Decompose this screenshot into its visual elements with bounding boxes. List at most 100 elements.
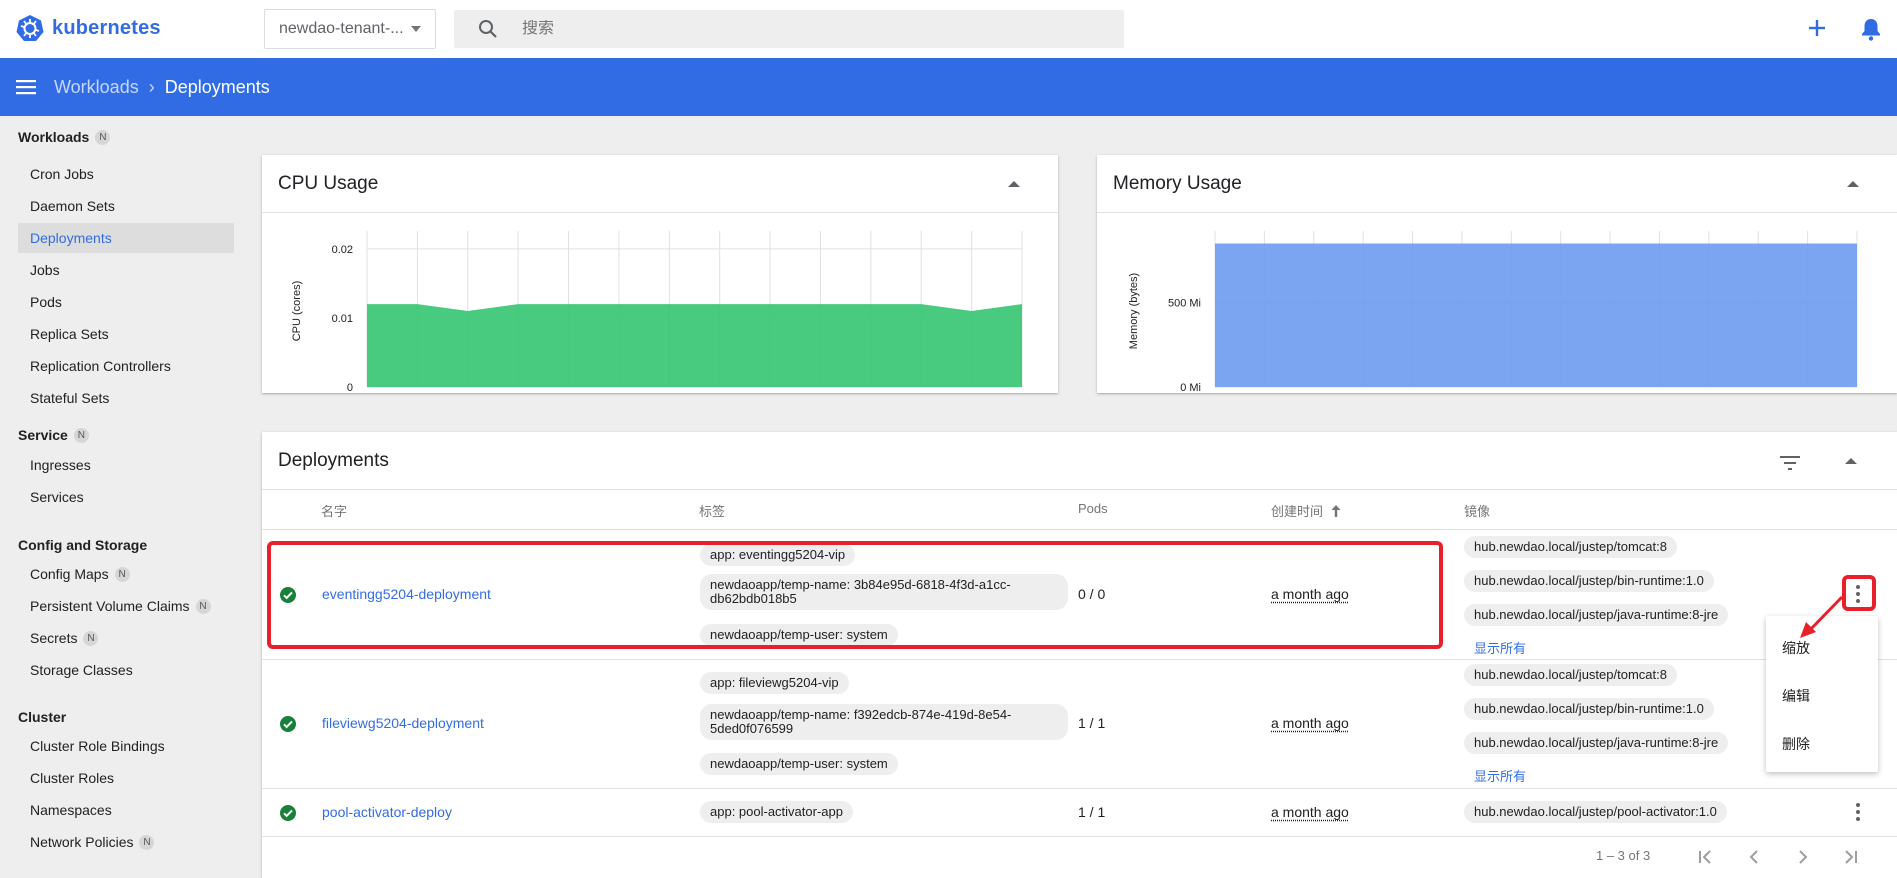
pagination-range: 1 – 3 of 3 — [1596, 848, 1651, 863]
sidebar-item-cluster-role-bindings[interactable]: Cluster Role Bindings — [18, 731, 234, 761]
sidebar-item-services[interactable]: Services — [18, 482, 234, 512]
divider — [262, 659, 1897, 660]
sidebar-item-daemon-sets[interactable]: Daemon Sets — [18, 191, 234, 221]
sidebar-item-deployments[interactable]: Deployments — [18, 223, 234, 253]
divider — [262, 836, 1897, 837]
label-chip: newdaoapp/temp-user: system — [700, 753, 898, 775]
more-vert-icon[interactable] — [1856, 803, 1860, 821]
image-chip: hub.newdao.local/justep/tomcat:8 — [1464, 536, 1677, 558]
image-chip: hub.newdao.local/justep/tomcat:8 — [1464, 664, 1677, 686]
sidebar-item-jobs[interactable]: Jobs — [18, 255, 234, 285]
collapse-icon[interactable] — [1008, 181, 1020, 187]
divider — [262, 529, 1897, 530]
column-header-name[interactable]: 名字 — [321, 501, 347, 520]
top-app-bar: kubernetes newdao-tenant-... — [0, 0, 1897, 58]
sidebar-item-network-policies[interactable]: Network Policies N — [18, 827, 234, 857]
divider — [262, 489, 1897, 490]
image-chip: hub.newdao.local/justep/bin-runtime:1.0 — [1464, 570, 1714, 592]
filter-icon[interactable] — [1780, 456, 1800, 470]
sidebar-item-cron-jobs[interactable]: Cron Jobs — [18, 159, 234, 189]
sidebar-item-label: Services — [30, 489, 84, 505]
sidebar-item-label: Cron Jobs — [30, 166, 94, 182]
search-bar[interactable] — [454, 10, 1124, 48]
next-page-icon[interactable] — [1797, 850, 1809, 864]
y-tick-label: 0.02 — [332, 244, 353, 256]
chevron-down-icon — [411, 26, 421, 32]
namespace-value: newdao-tenant-... — [279, 20, 404, 37]
sidebar-item-label: Namespaces — [30, 802, 112, 818]
column-header-pods: Pods — [1078, 501, 1108, 516]
red-arrow-icon — [1800, 595, 1844, 638]
sidebar-section-config-storage[interactable]: Config and Storage — [18, 537, 147, 553]
sidebar-item-pvc[interactable]: Persistent Volume Claims N — [18, 591, 234, 621]
sidebar-item-replication-controllers[interactable]: Replication Controllers — [18, 351, 234, 381]
sidebar-item-label: Jobs — [30, 262, 60, 278]
show-all-link[interactable]: 显示所有 — [1474, 638, 1526, 657]
collapse-icon[interactable] — [1845, 458, 1857, 464]
sidebar-item-ingresses[interactable]: Ingresses — [18, 450, 234, 480]
sidebar-item-label: Stateful Sets — [30, 390, 110, 406]
sidebar-item-label: Config Maps — [30, 566, 109, 582]
sidebar-item-stateful-sets[interactable]: Stateful Sets — [18, 383, 234, 413]
last-page-icon[interactable] — [1842, 850, 1858, 864]
sidebar-item-label: Persistent Volume Claims — [30, 598, 190, 614]
breadcrumb-current: Deployments — [164, 77, 270, 97]
sidebar-item-config-maps[interactable]: Config Maps N — [18, 559, 234, 589]
area-series — [1215, 243, 1857, 387]
sidebar-item-namespaces[interactable]: Namespaces — [18, 795, 234, 825]
column-header-labels: 标签 — [699, 504, 726, 519]
namespaced-badge: N — [114, 566, 130, 582]
first-page-icon[interactable] — [1698, 850, 1714, 864]
column-header-images: 镜像 — [1464, 504, 1491, 519]
y-tick-label: 0 Mi — [1180, 382, 1201, 393]
section-title: Workloads — [18, 129, 90, 145]
breadcrumb-workloads[interactable]: Workloads — [54, 77, 139, 98]
sidebar-item-storage-classes[interactable]: Storage Classes — [18, 655, 234, 685]
search-input[interactable] — [522, 20, 1082, 38]
namespaced-badge: N — [139, 834, 155, 850]
created-age: a month ago — [1271, 715, 1349, 731]
deployment-name-link[interactable]: pool-activator-deploy — [322, 804, 452, 820]
sidebar-item-label: Cluster Role Bindings — [30, 738, 165, 754]
hamburger-menu-icon[interactable] — [16, 79, 36, 95]
search-icon — [479, 20, 497, 38]
sidebar-item-label: Pods — [30, 294, 62, 310]
namespaced-badge: N — [73, 427, 89, 443]
nav-bar: Workloads › Deployments — [0, 58, 1897, 116]
sidebar-section-workloads[interactable]: Workloads N — [18, 129, 111, 145]
create-plus-icon[interactable] — [1806, 17, 1828, 39]
sidebar-item-pods[interactable]: Pods — [18, 287, 234, 317]
card-title: Memory Usage — [1113, 173, 1242, 194]
collapse-icon[interactable] — [1847, 181, 1859, 187]
sidebar-item-secrets[interactable]: Secrets N — [18, 623, 234, 653]
image-chip: hub.newdao.local/justep/java-runtime:8-j… — [1464, 604, 1729, 626]
menu-item-scale[interactable]: 缩放 — [1782, 638, 1810, 658]
namespaced-badge: N — [95, 129, 111, 145]
column-header-created-label: 创建时间 — [1271, 504, 1324, 519]
namespace-select[interactable]: newdao-tenant-... — [264, 9, 436, 49]
image-chip: hub.newdao.local/justep/bin-runtime:1.0 — [1464, 698, 1714, 720]
sidebar-item-cluster-roles[interactable]: Cluster Roles — [18, 763, 234, 793]
y-axis-label: CPU (cores) — [291, 281, 303, 342]
previous-page-icon[interactable] — [1748, 850, 1760, 864]
section-title: Cluster — [18, 709, 67, 725]
column-header-created[interactable]: 创建时间 — [1271, 501, 1341, 520]
deployment-name-link[interactable]: fileviewg5204-deployment — [322, 715, 484, 731]
section-title: Config and Storage — [18, 537, 148, 553]
y-tick-label: 0.01 — [332, 313, 353, 325]
sidebar-item-replica-sets[interactable]: Replica Sets — [18, 319, 234, 349]
breadcrumb: Workloads › Deployments — [54, 77, 270, 98]
y-axis-label: Memory (bytes) — [1128, 273, 1140, 349]
sidebar-section-service[interactable]: Service N — [18, 427, 89, 443]
show-all-link[interactable]: 显示所有 — [1474, 766, 1526, 785]
image-chip: hub.newdao.local/justep/pool-activator:1… — [1464, 801, 1727, 823]
notifications-bell-icon[interactable] — [1860, 17, 1882, 41]
sidebar-section-cluster[interactable]: Cluster — [18, 709, 66, 725]
logo-text: kubernetes — [52, 16, 161, 39]
menu-item-edit[interactable]: 编辑 — [1782, 686, 1810, 706]
area-series — [367, 304, 1022, 387]
sidebar-item-label: Cluster Roles — [30, 770, 115, 786]
kubernetes-logo[interactable]: kubernetes — [16, 14, 161, 42]
namespaced-badge: N — [83, 630, 99, 646]
menu-item-delete[interactable]: 删除 — [1782, 734, 1810, 754]
